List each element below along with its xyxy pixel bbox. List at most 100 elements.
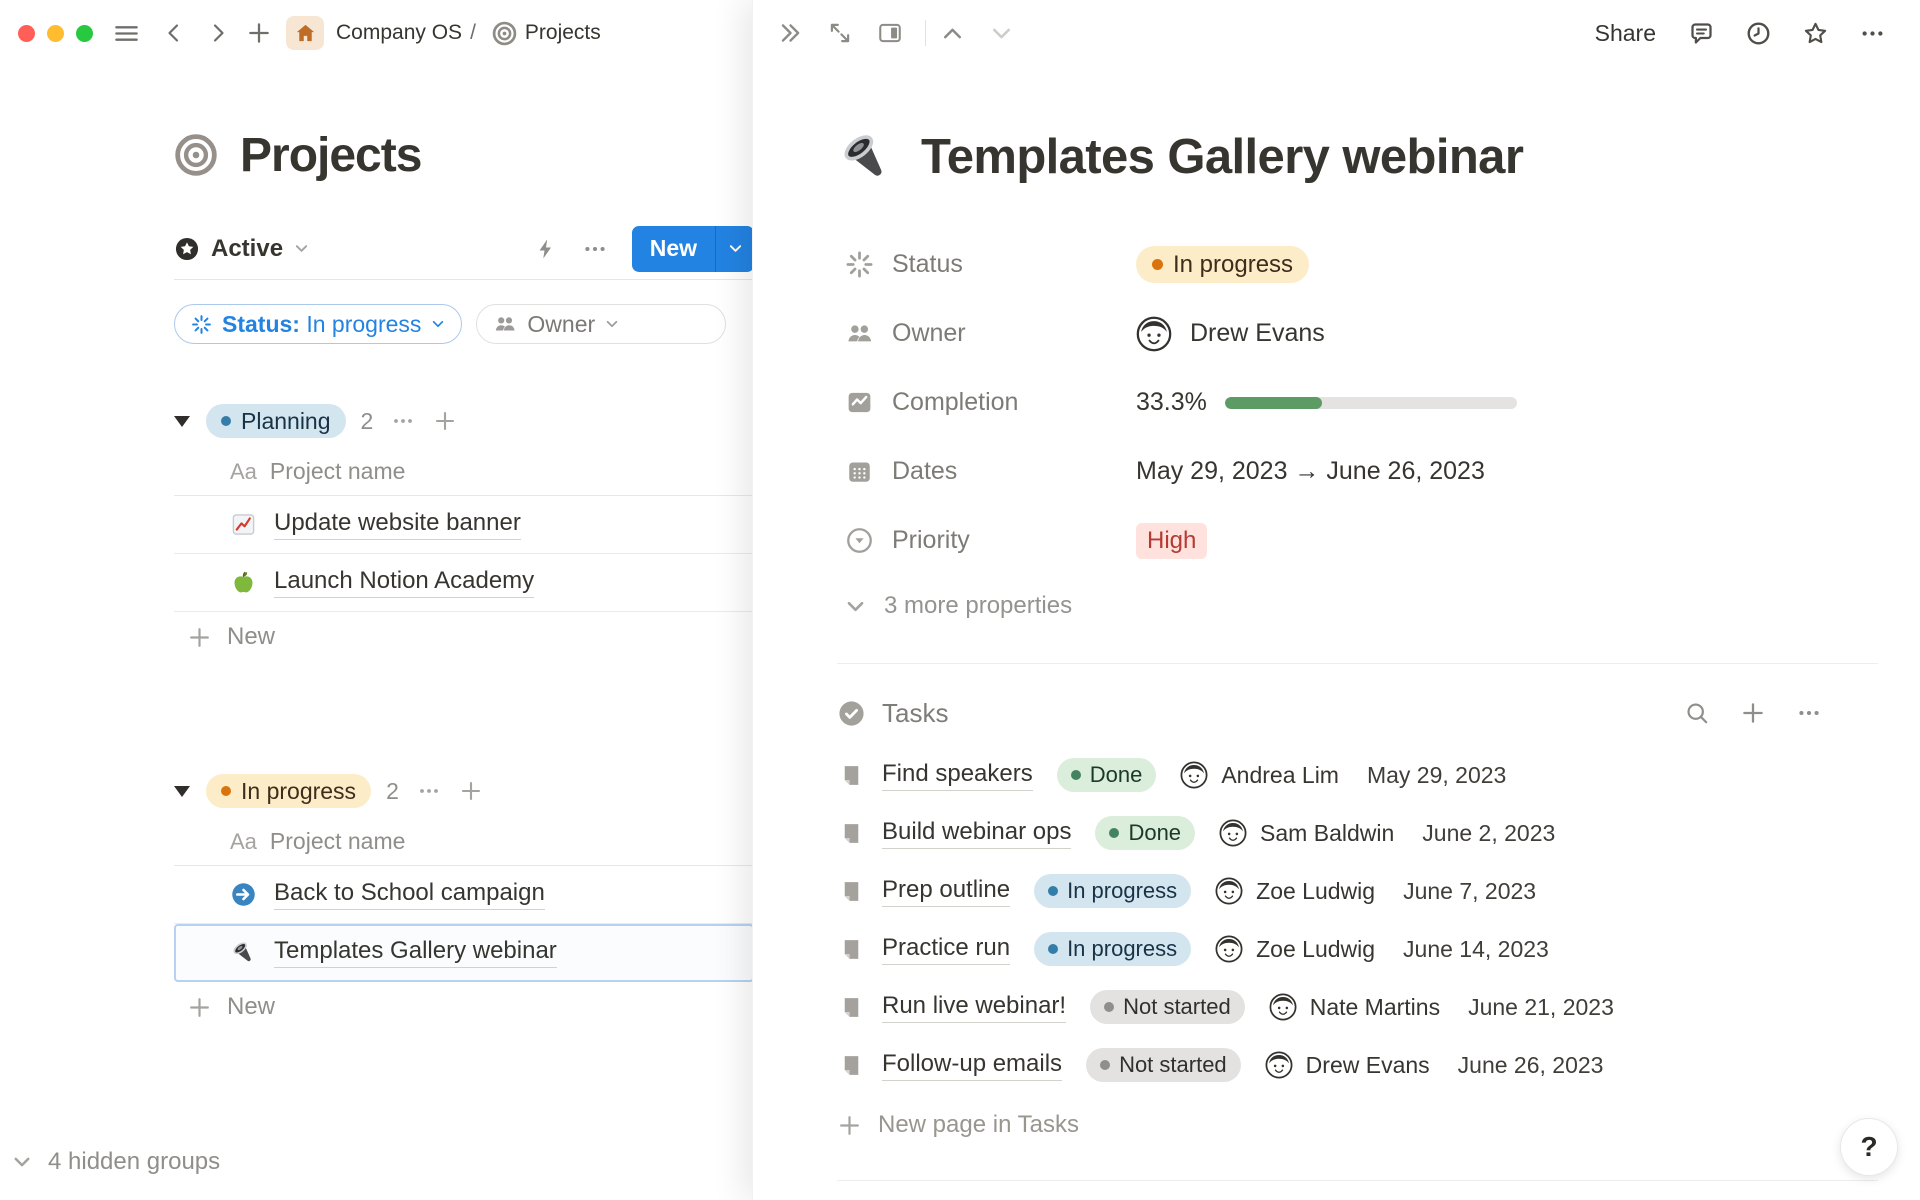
speaker-icon[interactable] <box>837 128 895 186</box>
property-label[interactable]: Completion <box>892 388 1136 417</box>
task-title[interactable]: Practice run <box>882 934 1010 965</box>
task-status-badge: Done <box>1095 816 1195 850</box>
project-row-templates-gallery-webinar-selected[interactable]: Templates Gallery webinar <box>174 924 754 982</box>
hidden-groups-toggle[interactable]: 4 hidden groups <box>12 1148 220 1176</box>
task-title[interactable]: Find speakers <box>882 760 1033 791</box>
task-row[interactable]: Build webinar ops Done Sam Baldwin June … <box>837 804 1878 862</box>
property-value[interactable]: 33.3% <box>1136 388 1517 417</box>
more-properties-toggle[interactable]: 3 more properties <box>845 575 1878 637</box>
tasks-options-dots-icon[interactable] <box>1796 700 1822 726</box>
new-button-dropdown[interactable] <box>716 241 754 256</box>
side-peek-mode-icon[interactable] <box>877 20 903 46</box>
check-circle-icon <box>837 699 866 728</box>
target-icon <box>492 21 517 46</box>
filter-chip-owner[interactable]: Owner <box>476 304 726 344</box>
tasks-section-header: Tasks <box>837 680 1878 746</box>
new-page-in-tasks-button[interactable]: New page in Tasks <box>837 1096 1878 1154</box>
new-split-button[interactable]: New <box>632 226 754 272</box>
task-row[interactable]: Prep outline In progress Zoe Ludwig June… <box>837 862 1878 920</box>
property-value[interactable]: Drew Evans <box>1136 316 1325 352</box>
property-value[interactable]: In progress <box>1136 246 1309 283</box>
breadcrumb-page[interactable]: Projects <box>525 21 601 45</box>
task-row[interactable]: Find speakers Done Andrea Lim May 29, 20… <box>837 746 1878 804</box>
updates-clock-icon[interactable] <box>1745 20 1772 47</box>
page-icon <box>839 937 864 962</box>
page-icon <box>839 821 864 846</box>
project-row-update-website-banner[interactable]: Update website banner <box>174 496 754 554</box>
task-row[interactable]: Run live webinar! Not started Nate Marti… <box>837 978 1878 1036</box>
tasks-title[interactable]: Tasks <box>882 698 948 729</box>
group-add-icon[interactable] <box>459 779 483 803</box>
close-peek-double-chevron-icon[interactable] <box>777 20 803 46</box>
column-header[interactable]: Aa Project name <box>174 818 754 866</box>
collapse-triangle-icon[interactable] <box>174 416 190 427</box>
page-title: Templates Gallery webinar <box>921 129 1523 185</box>
page-icon <box>839 995 864 1020</box>
task-title[interactable]: Follow-up emails <box>882 1050 1062 1081</box>
project-title[interactable]: Templates Gallery webinar <box>274 937 557 968</box>
filter-chip-status[interactable]: Status: In progress <box>174 304 462 344</box>
task-title[interactable]: Run live webinar! <box>882 992 1066 1023</box>
new-row-button[interactable]: New <box>174 612 754 662</box>
new-row-button[interactable]: New <box>174 982 754 1032</box>
back-icon[interactable] <box>162 21 186 45</box>
status-spinner-icon <box>191 314 212 335</box>
task-title[interactable]: Prep outline <box>882 876 1010 907</box>
previous-page-chevron-icon[interactable] <box>940 21 965 46</box>
view-tab-active[interactable]: Active <box>174 235 309 263</box>
assignee-name: Zoe Ludwig <box>1256 936 1375 963</box>
collapse-triangle-icon[interactable] <box>174 786 190 797</box>
group-add-icon[interactable] <box>433 409 457 433</box>
property-label[interactable]: Owner <box>892 319 1136 348</box>
group-count: 2 <box>386 778 399 805</box>
view-options-dots-icon[interactable] <box>582 236 608 262</box>
project-title[interactable]: Back to School campaign <box>274 879 545 910</box>
status-dot <box>1152 259 1163 270</box>
task-title[interactable]: Build webinar ops <box>882 818 1071 849</box>
property-label[interactable]: Dates <box>892 457 1136 486</box>
new-row-label: New <box>227 623 275 651</box>
next-page-chevron-icon[interactable] <box>989 21 1014 46</box>
group-status-pill[interactable]: Planning <box>206 404 346 438</box>
column-header[interactable]: Aa Project name <box>174 448 754 496</box>
property-value[interactable]: High <box>1136 523 1207 559</box>
group-status-pill[interactable]: In progress <box>206 774 371 808</box>
property-value[interactable]: May 29, 2023 → June 26, 2023 <box>1136 457 1485 486</box>
task-row[interactable]: Follow-up emails Not started Drew Evans … <box>837 1036 1878 1094</box>
chevron-down-icon <box>12 1152 32 1172</box>
status-spinner-icon <box>845 250 874 279</box>
add-task-icon[interactable] <box>1740 700 1766 726</box>
group-options-dots-icon[interactable] <box>417 779 441 803</box>
breadcrumb-workspace[interactable]: Company OS <box>336 21 462 45</box>
zoom-window-button[interactable] <box>76 25 93 42</box>
project-row-back-to-school-campaign[interactable]: Back to School campaign <box>174 866 754 924</box>
task-date: June 2, 2023 <box>1422 820 1555 847</box>
favorite-star-icon[interactable] <box>1802 20 1829 47</box>
close-window-button[interactable] <box>18 25 35 42</box>
comments-icon[interactable] <box>1688 20 1715 47</box>
task-row[interactable]: Practice run In progress Zoe Ludwig June… <box>837 920 1878 978</box>
home-breadcrumb-chip[interactable] <box>286 16 324 50</box>
share-button[interactable]: Share <box>1595 20 1656 47</box>
filter-owner-label: Owner <box>527 311 595 338</box>
status-badge: In progress <box>1136 246 1309 283</box>
more-options-dots-icon[interactable] <box>1859 20 1886 47</box>
task-date: June 21, 2023 <box>1468 994 1614 1021</box>
property-label[interactable]: Status <box>892 250 1136 279</box>
project-title[interactable]: Update website banner <box>274 509 521 540</box>
automations-bolt-icon[interactable] <box>534 237 558 261</box>
expand-page-icon[interactable] <box>827 20 853 46</box>
sidebar-menu-icon[interactable] <box>113 20 140 47</box>
project-title[interactable]: Launch Notion Academy <box>274 567 534 598</box>
new-page-icon[interactable] <box>246 20 272 46</box>
new-button-label[interactable]: New <box>632 235 715 262</box>
search-icon[interactable] <box>1684 700 1710 726</box>
group-options-dots-icon[interactable] <box>391 409 415 433</box>
chevron-down-icon <box>845 596 866 617</box>
project-row-launch-notion-academy[interactable]: Launch Notion Academy <box>174 554 754 612</box>
property-row-priority: Priority High <box>837 506 1878 575</box>
minimize-window-button[interactable] <box>47 25 64 42</box>
help-button[interactable]: ? <box>1840 1118 1898 1176</box>
property-label[interactable]: Priority <box>892 526 1136 555</box>
forward-icon[interactable] <box>206 21 230 45</box>
